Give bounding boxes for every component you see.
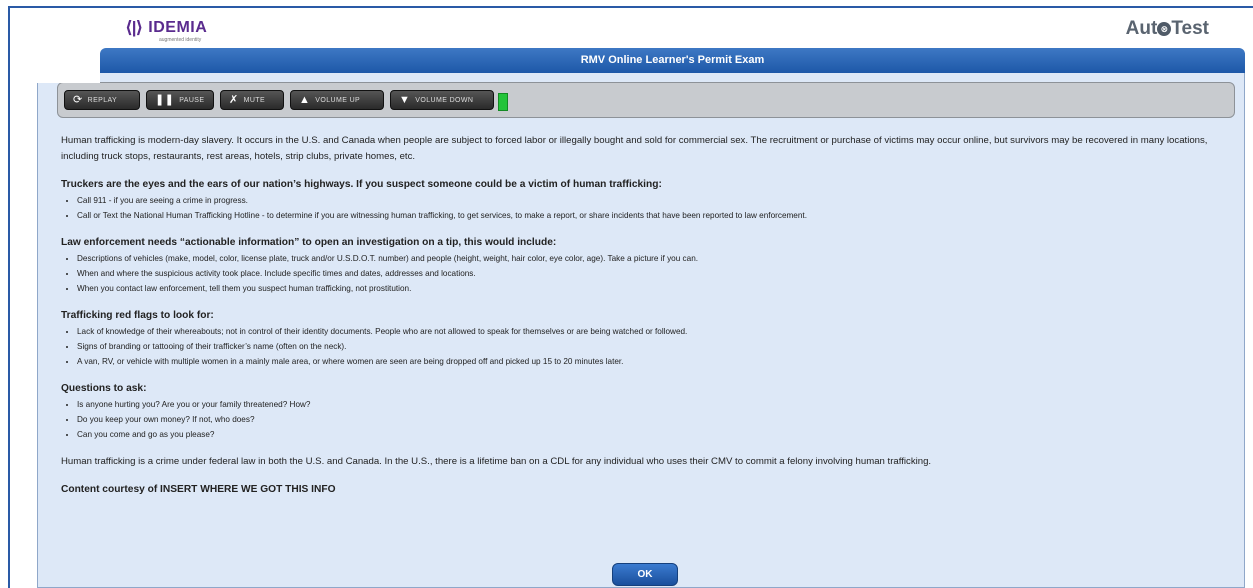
volume-level-indicator [498, 93, 508, 111]
list-item: When you contact law enforcement, tell t… [77, 281, 1231, 296]
section-list: Call 911 - if you are seeing a crime in … [61, 193, 1231, 223]
corner-cover [10, 8, 100, 83]
volume-down-button[interactable]: ▼ VOLUME DOWN [390, 90, 494, 110]
volume-down-icon: ▼ [399, 93, 411, 106]
volume-down-label: VOLUME DOWN [415, 96, 474, 104]
mute-button[interactable]: ✗ MUTE [220, 90, 284, 110]
list-item: A van, RV, or vehicle with multiple wome… [77, 354, 1231, 369]
autotest-logo: Aut ⊗ Test [1126, 18, 1209, 40]
replay-label: REPLAY [87, 96, 118, 104]
pause-icon: ❚❚ [155, 93, 175, 106]
section-list: Descriptions of vehicles (make, model, c… [61, 251, 1231, 296]
autotest-prefix: Aut [1125, 18, 1158, 39]
idemia-tagline: augmented identity [159, 37, 202, 43]
exam-title: RMV Online Learner's Permit Exam [100, 48, 1245, 73]
window-left-border [8, 6, 10, 588]
content-body: Human trafficking is modern-day slavery.… [61, 133, 1231, 498]
pause-label: PAUSE [179, 96, 205, 104]
replay-button[interactable]: ⟳ REPLAY [64, 90, 140, 110]
section-heading: Trafficking red flags to look for: [61, 310, 214, 321]
list-item: Is anyone hurting you? Are you or your f… [77, 397, 1231, 412]
volume-up-label: VOLUME UP [315, 96, 361, 104]
list-item: Signs of branding or tattooing of their … [77, 339, 1231, 354]
list-item: When and where the suspicious activity t… [77, 266, 1231, 281]
list-item: Do you keep your own money? If not, who … [77, 412, 1231, 427]
section-heading: Truckers are the eyes and the ears of ou… [61, 179, 662, 190]
section-heading: Law enforcement needs “actionable inform… [61, 237, 557, 248]
idemia-wordmark: IDEMIA [148, 19, 208, 36]
ok-button[interactable]: OK [612, 563, 678, 586]
intro-paragraph: Human trafficking is modern-day slavery.… [61, 135, 1208, 162]
replay-icon: ⟳ [73, 93, 83, 106]
volume-up-button[interactable]: ▲ VOLUME UP [290, 90, 384, 110]
content-credit: Content courtesy of INSERT WHERE WE GOT … [61, 484, 336, 495]
idemia-mark-icon: ⟨|⟩ [125, 18, 143, 37]
section-list: Is anyone hurting you? Are you or your f… [61, 397, 1231, 442]
audio-toolbar: ⟳ REPLAY ❚❚ PAUSE ✗ MUTE ▲ VOLUME UP ▼ V… [57, 82, 1235, 118]
list-item: Call 911 - if you are seeing a crime in … [77, 193, 1231, 208]
autotest-suffix: Test [1171, 18, 1209, 39]
window-top-border [8, 6, 1253, 8]
mute-label: MUTE [243, 96, 266, 104]
closing-paragraph: Human trafficking is a crime under feder… [61, 456, 932, 467]
idemia-logo: ⟨|⟩ IDEMIA augmented identity [125, 18, 208, 43]
mute-icon: ✗ [229, 93, 239, 106]
section-heading: Questions to ask: [61, 383, 147, 394]
volume-up-icon: ▲ [299, 93, 311, 106]
autotest-mark-icon: ⊗ [1157, 22, 1172, 36]
section-list: Lack of knowledge of their whereabouts; … [61, 324, 1231, 369]
list-item: Call or Text the National Human Traffick… [77, 208, 1231, 223]
list-item: Can you come and go as you please? [77, 427, 1231, 442]
list-item: Descriptions of vehicles (make, model, c… [77, 251, 1231, 266]
pause-button[interactable]: ❚❚ PAUSE [146, 90, 214, 110]
list-item: Lack of knowledge of their whereabouts; … [77, 324, 1231, 339]
